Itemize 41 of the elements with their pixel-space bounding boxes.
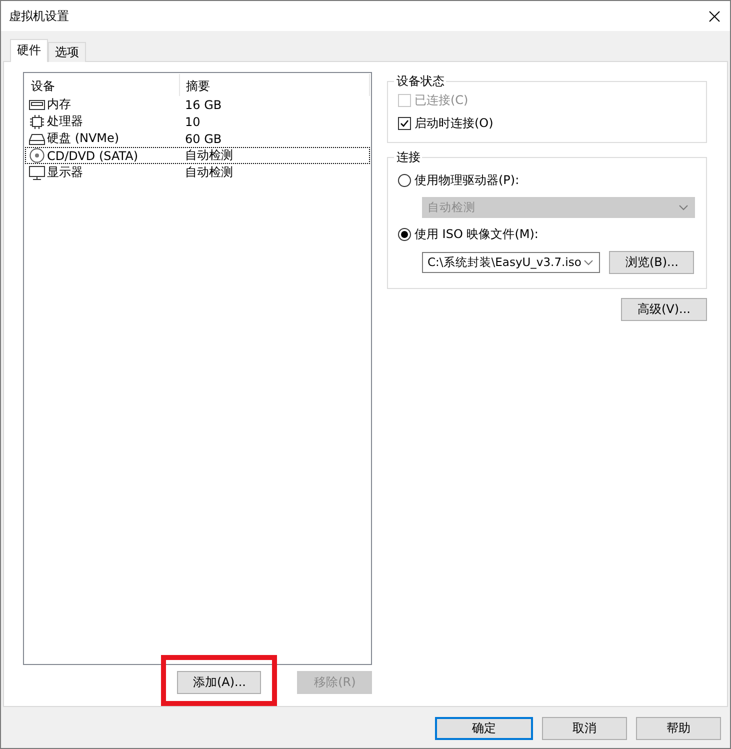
dialog-button[interactable]: 取消 (542, 717, 627, 740)
device-name: 处理器 (47, 113, 83, 130)
browse-button[interactable]: 浏览(B)... (609, 251, 694, 274)
memory-icon (29, 98, 45, 110)
device-summary: 60 GB (184, 132, 223, 146)
radio-option[interactable]: 使用物理驱动器(P): (398, 172, 696, 189)
monitor-icon (29, 166, 45, 180)
device-name: 内存 (47, 96, 71, 113)
device-row[interactable]: 内存 16 GB (25, 96, 370, 113)
device-name: 显示器 (47, 164, 83, 181)
group-title: 设备状态 (395, 73, 446, 90)
close-icon[interactable] (709, 10, 720, 22)
column-header[interactable]: 摘要 (180, 74, 370, 96)
window-title: 虚拟机设置 (9, 8, 69, 24)
device-name: 硬盘 (NVMe) (47, 130, 120, 147)
advanced-button[interactable]: 高级(V)... (621, 298, 707, 321)
drive-icon (29, 132, 45, 144)
device-summary: 自动检测 (184, 147, 234, 164)
chip-icon (29, 114, 45, 128)
radio-option[interactable]: 使用 ISO 映像文件(M): (398, 226, 696, 243)
device-summary: 16 GB (184, 98, 223, 112)
device-row[interactable]: 显示器 自动检测 (25, 164, 370, 181)
chevron-down-icon (584, 260, 594, 266)
device-row[interactable]: 硬盘 (NVMe) 60 GB (25, 130, 370, 147)
group-title: 连接 (395, 149, 422, 166)
checkbox-option[interactable]: 启动时连接(O) (398, 115, 696, 132)
dialog-button[interactable]: 帮助 (636, 717, 721, 740)
check-icon (400, 119, 410, 128)
chevron-down-icon (679, 204, 688, 210)
dropdown[interactable]: C:\系统封装\EasyU_v3.7.iso (422, 252, 600, 273)
list-action-button[interactable]: 添加(A)... (177, 671, 262, 694)
device-summary: 自动检测 (184, 164, 234, 181)
device-row[interactable]: 处理器 10 (25, 113, 370, 130)
device-name: CD/DVD (SATA) (47, 148, 138, 162)
column-header[interactable]: 设备 (25, 74, 180, 96)
dialog-button[interactable]: 确定 (435, 717, 533, 740)
device-summary: 10 (184, 114, 202, 128)
disc-icon (29, 148, 45, 163)
device-row[interactable]: CD/DVD (SATA) 自动检测 (25, 147, 370, 164)
tab[interactable]: 选项 (48, 42, 86, 62)
tab[interactable]: 硬件 (10, 39, 48, 62)
